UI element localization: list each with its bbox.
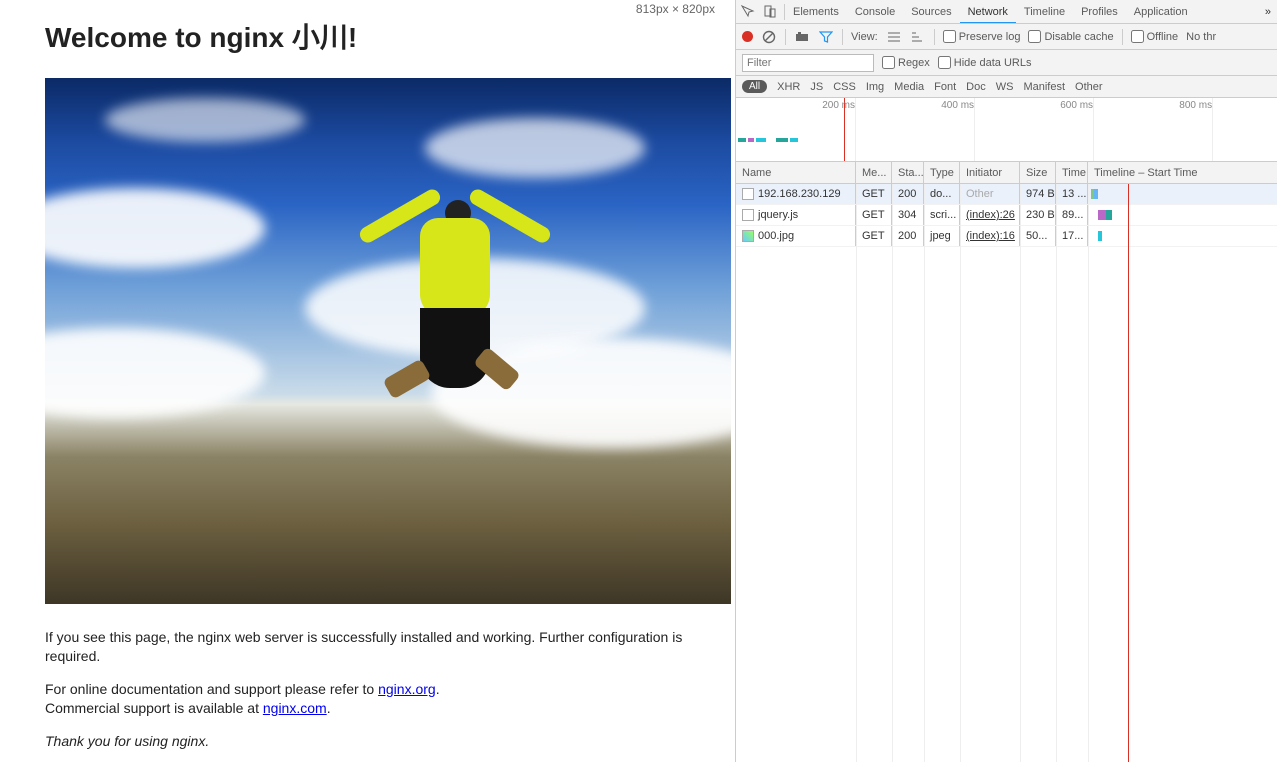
tab-sources[interactable]: Sources [903, 2, 959, 22]
filter-icon[interactable] [818, 29, 834, 45]
table-row[interactable]: 192.168.230.129 GET200do...Other974 B13 .… [736, 184, 1277, 205]
view-label: View: [851, 31, 878, 43]
cell-type: jpeg [924, 226, 960, 246]
viewport-dimensions: 813px × 820px [636, 2, 715, 16]
cell-initiator: Other [960, 184, 1020, 204]
col-type[interactable]: Type [924, 162, 960, 183]
request-rows: 192.168.230.129GET200do...Other974 B13 .… [736, 184, 1277, 762]
cell-size: 50... [1020, 226, 1056, 246]
view-frames-icon[interactable] [910, 29, 926, 45]
col-status[interactable]: Sta... [892, 162, 924, 183]
type-js[interactable]: JS [810, 81, 823, 93]
device-icon[interactable] [762, 4, 778, 20]
tab-network[interactable]: Network [960, 2, 1016, 24]
cell-time: 17... [1056, 226, 1088, 246]
file-icon [742, 230, 754, 242]
regex-checkbox[interactable]: Regex [882, 56, 930, 69]
devtools: ElementsConsoleSourcesNetworkTimelinePro… [735, 0, 1277, 762]
cell-initiator: (index):16 [960, 226, 1020, 246]
file-icon [742, 209, 754, 221]
type-manifest[interactable]: Manifest [1023, 81, 1065, 93]
tick-label: 400 ms [941, 100, 974, 111]
cell-size: 230 B [1020, 205, 1056, 225]
inspect-icon[interactable] [740, 4, 756, 20]
page-body: If you see this page, the nginx web serv… [45, 628, 685, 750]
type-other[interactable]: Other [1075, 81, 1103, 93]
tab-elements[interactable]: Elements [785, 2, 847, 22]
filter-input[interactable] [742, 54, 874, 72]
table-row[interactable]: 000.jpg GET200jpeg(index):1650...17... [736, 226, 1277, 247]
timeline-overview[interactable]: 200 ms 400 ms 600 ms 800 ms [736, 98, 1277, 162]
preserve-log-checkbox[interactable]: Preserve log [943, 30, 1021, 43]
network-toolbar: View: Preserve log Disable cache Offline… [736, 24, 1277, 50]
cell-type: scri... [924, 205, 960, 225]
cell-name: 192.168.230.129 [758, 188, 841, 200]
tab-console[interactable]: Console [847, 2, 903, 22]
cell-timeline [1088, 205, 1277, 225]
clear-icon[interactable] [761, 29, 777, 45]
disable-cache-checkbox[interactable]: Disable cache [1028, 30, 1113, 43]
link-nginx-com[interactable]: nginx.com [263, 700, 327, 716]
tab-timeline[interactable]: Timeline [1016, 2, 1073, 22]
col-time[interactable]: Time [1056, 162, 1088, 183]
col-timeline[interactable]: Timeline – Start Time [1088, 162, 1277, 183]
cell-name: 000.jpg [758, 230, 794, 242]
type-doc[interactable]: Doc [966, 81, 986, 93]
type-font[interactable]: Font [934, 81, 956, 93]
col-initiator[interactable]: Initiator [960, 162, 1020, 183]
record-icon[interactable] [742, 31, 753, 42]
filter-bar: Regex Hide data URLs [736, 50, 1277, 76]
para-2: For online documentation and support ple… [45, 680, 685, 718]
offline-checkbox[interactable]: Offline [1131, 30, 1179, 43]
tab-profiles[interactable]: Profiles [1073, 2, 1126, 22]
col-method[interactable]: Me... [856, 162, 892, 183]
page-content: 813px × 820px Welcome to nginx 小川! If yo… [0, 0, 735, 762]
cell-status: 200 [892, 184, 924, 204]
cell-time: 89... [1056, 205, 1088, 225]
cell-timeline [1088, 184, 1277, 204]
thanks-text: Thank you for using nginx. [45, 733, 209, 749]
para-1: If you see this page, the nginx web serv… [45, 628, 685, 666]
tick-label: 800 ms [1179, 100, 1212, 111]
cell-type: do... [924, 184, 960, 204]
col-size[interactable]: Size [1020, 162, 1056, 183]
type-filters: All XHR JS CSS Img Media Font Doc WS Manifest Othe… [736, 76, 1277, 98]
more-tabs-icon[interactable]: » [1259, 6, 1277, 18]
link-nginx-org[interactable]: nginx.org [378, 681, 436, 697]
cell-size: 974 B [1020, 184, 1056, 204]
cell-method: GET [856, 205, 892, 225]
cell-method: GET [856, 184, 892, 204]
capture-icon[interactable] [794, 29, 810, 45]
col-name[interactable]: Name [736, 162, 856, 183]
tick-label: 600 ms [1060, 100, 1093, 111]
type-all[interactable]: All [742, 80, 767, 93]
type-media[interactable]: Media [894, 81, 924, 93]
cell-status: 200 [892, 226, 924, 246]
devtools-tabs: ElementsConsoleSourcesNetworkTimelinePro… [736, 0, 1277, 24]
cell-timeline [1088, 226, 1277, 246]
file-icon [742, 188, 754, 200]
table-row[interactable]: jquery.js GET304scri...(index):26230 B89.… [736, 205, 1277, 226]
cell-method: GET [856, 226, 892, 246]
hide-urls-checkbox[interactable]: Hide data URLs [938, 56, 1032, 69]
table-headers: Name Me... Sta... Type Initiator Size Ti… [736, 162, 1277, 184]
type-css[interactable]: CSS [833, 81, 856, 93]
throttling-label[interactable]: No thr [1186, 31, 1216, 43]
page-title: Welcome to nginx 小川! [45, 16, 735, 56]
tick-label: 200 ms [822, 100, 855, 111]
tab-application[interactable]: Application [1126, 2, 1196, 22]
cell-time: 13 ... [1056, 184, 1088, 204]
type-ws[interactable]: WS [996, 81, 1014, 93]
cell-status: 304 [892, 205, 924, 225]
hero-image [45, 78, 731, 604]
type-img[interactable]: Img [866, 81, 884, 93]
view-list-icon[interactable] [886, 29, 902, 45]
cell-name: jquery.js [758, 209, 798, 221]
cell-initiator: (index):26 [960, 205, 1020, 225]
type-xhr[interactable]: XHR [777, 81, 800, 93]
